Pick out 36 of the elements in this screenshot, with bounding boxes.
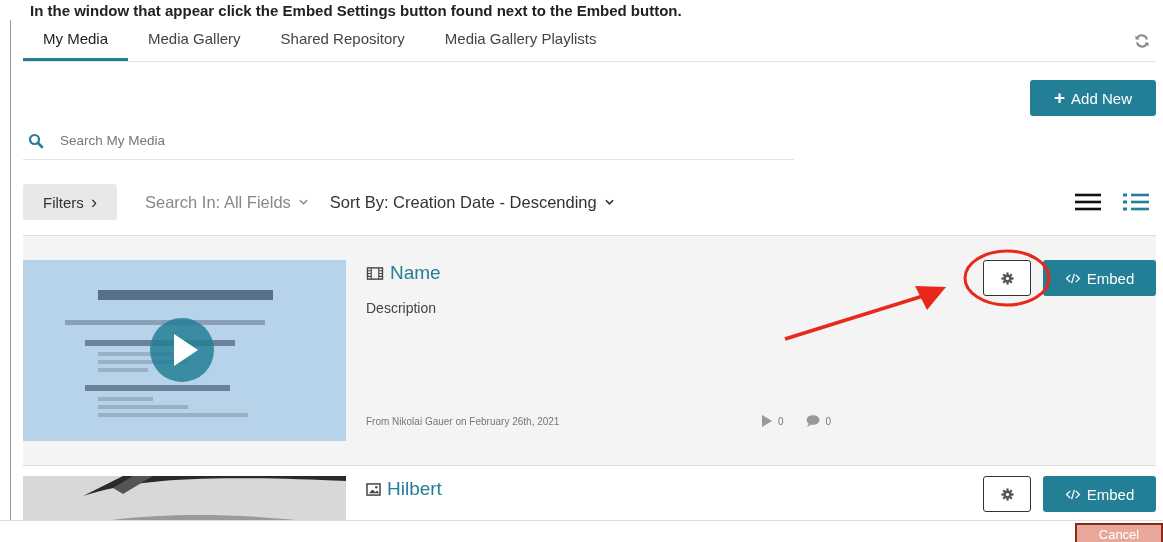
tab[interactable]: Shared Repository (260, 20, 425, 61)
plus-icon: + (1054, 87, 1066, 108)
embed-button[interactable]: Embed (1043, 476, 1156, 512)
settings-button[interactable] (983, 476, 1031, 512)
media-description: Description (366, 300, 438, 316)
add-new-button[interactable]: + Add New (1030, 80, 1156, 116)
code-icon (1064, 488, 1081, 500)
tab[interactable]: Media Gallery Playlists (424, 20, 617, 61)
tab[interactable]: Media Gallery (128, 20, 261, 61)
comment-count: 0 (825, 415, 832, 427)
play-count-icon (762, 415, 772, 427)
play-icon[interactable] (150, 318, 214, 382)
sort-dropdown[interactable]: Sort By: Creation Date - Descending (329, 192, 614, 212)
refresh-icon[interactable] (1134, 32, 1150, 49)
instruction-text: In the window that appear click the Embed Settings button found next to the Embed button. (29, 1, 683, 20)
caret-icon (604, 199, 614, 205)
play-count: 0 (778, 415, 784, 427)
compact-view-icon[interactable] (1074, 192, 1102, 212)
embed-button[interactable]: Embed (1043, 260, 1156, 296)
list-view-icon[interactable] (1122, 192, 1150, 212)
gear-icon (1000, 487, 1014, 501)
gear-icon (1000, 271, 1014, 285)
search-icon (28, 132, 44, 149)
image-icon (366, 482, 381, 496)
settings-button[interactable] (983, 260, 1031, 296)
tab[interactable]: My Media (23, 20, 129, 61)
code-icon (1064, 272, 1081, 284)
media-title-link[interactable]: Hilbert (387, 478, 442, 500)
media-title-link[interactable]: Name (390, 262, 441, 284)
chevron-icon: › (91, 191, 97, 212)
filters-button[interactable]: Filters › (23, 184, 117, 220)
caret-icon (298, 199, 308, 205)
film-icon (366, 265, 384, 281)
comment-icon (805, 415, 820, 427)
media-byline: From Nikolai Gauer on February 26th, 2021 (366, 415, 561, 427)
search-in-dropdown[interactable]: Search In: All Fields (145, 192, 308, 212)
